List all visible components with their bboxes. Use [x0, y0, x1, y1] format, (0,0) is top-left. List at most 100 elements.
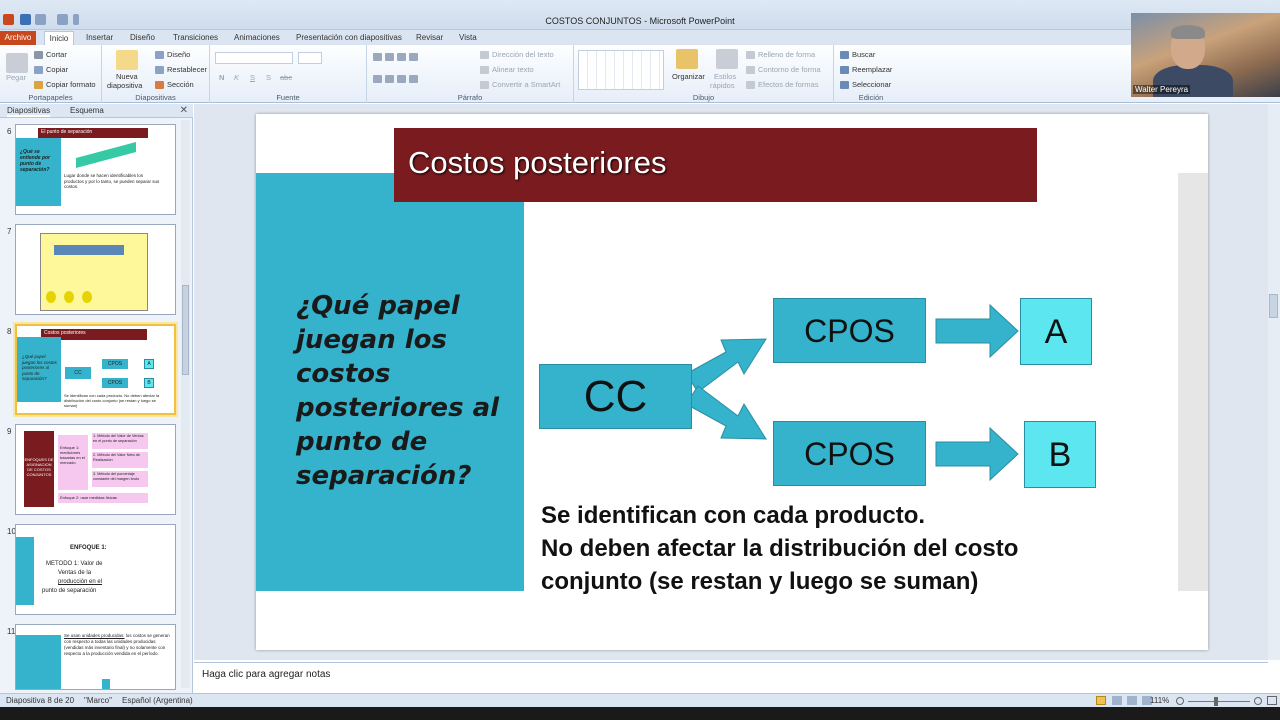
- title-bar: COSTOS CONJUNTOS - Microsoft PowerPoint: [0, 0, 1280, 30]
- normal-view-icon[interactable]: [1096, 696, 1106, 705]
- thumb9-m1: 1. Método del Valor de Ventas en el punt…: [92, 433, 148, 449]
- group-label-dibujo: Dibujo: [692, 93, 715, 102]
- vertical-scroll-thumb[interactable]: [1269, 294, 1278, 318]
- question-text[interactable]: ¿Qué papel juegan los costos posteriores…: [296, 289, 506, 493]
- thumb7-machine: [54, 245, 124, 255]
- cut-button[interactable]: Cortar: [34, 50, 67, 60]
- copy-button[interactable]: Copiar: [34, 65, 68, 75]
- align-text-icon: [480, 66, 489, 75]
- cc-box[interactable]: CC: [539, 364, 692, 429]
- tab-transiciones[interactable]: Transiciones: [173, 31, 218, 45]
- group-portapapeles: Pegar Cortar Copiar Copiar formato Porta…: [0, 45, 102, 103]
- underline-button[interactable]: S: [250, 73, 255, 82]
- thumb9-left-box: ENFOQUES DE ASIGNACION DE COSTOS CONJUNT…: [24, 431, 54, 507]
- thumb9-bottom: Enfoque 2: usar medidas físicas: [58, 493, 148, 503]
- thumbnail-scrollbar[interactable]: [181, 120, 190, 688]
- zoom-slider[interactable]: [1188, 701, 1250, 702]
- slide-canvas[interactable]: Costos posteriores ¿Qué papel juegan los…: [256, 114, 1208, 650]
- text-direction-button[interactable]: Dirección del texto: [480, 50, 554, 60]
- thumb9-mid-box: Enfoque 1: mediciones basadas en el merc…: [58, 435, 88, 490]
- tab-inicio[interactable]: Inicio: [44, 31, 74, 45]
- replace-icon: [840, 66, 849, 75]
- tab-animaciones[interactable]: Animaciones: [234, 31, 280, 45]
- align-icons[interactable]: [373, 74, 421, 84]
- tab-insertar[interactable]: Insertar: [86, 31, 113, 45]
- zoom-level[interactable]: 111%: [1150, 696, 1169, 705]
- bullets-icon[interactable]: [373, 52, 421, 62]
- slide-thumbnail-10[interactable]: ENFOQUE 1: METODO 1: Valor de Ventas de …: [15, 524, 176, 615]
- bold-button[interactable]: N: [219, 73, 224, 82]
- new-slide-icon: [116, 50, 138, 70]
- thumb6-arrow: [76, 141, 136, 169]
- section-button[interactable]: Sección: [155, 80, 194, 90]
- product-b-box[interactable]: B: [1024, 421, 1096, 488]
- tab-vista[interactable]: Vista: [459, 31, 477, 45]
- title-bar[interactable]: Costos posteriores: [394, 128, 1037, 202]
- tab-presentacion[interactable]: Presentación con diapositivas: [296, 31, 402, 45]
- tab-esquema[interactable]: Esquema: [70, 106, 104, 115]
- zoom-slider-handle[interactable]: [1214, 697, 1218, 706]
- reset-button[interactable]: Restablecer: [155, 65, 207, 75]
- zoom-out-icon[interactable]: [1176, 697, 1184, 705]
- close-icon[interactable]: ✕: [180, 105, 188, 116]
- reading-view-icon[interactable]: [1127, 696, 1137, 705]
- group-fuente: N K S S abc Fuente: [210, 45, 367, 103]
- font-size-select[interactable]: [298, 52, 322, 64]
- slide-thumbnail-7[interactable]: [15, 224, 176, 315]
- slide-thumbnail-6[interactable]: El punto de separación ¿Qué se entiende …: [15, 124, 176, 215]
- vertical-scrollbar[interactable]: [1268, 104, 1280, 660]
- paste-button[interactable]: Pegar: [6, 73, 26, 82]
- format-painter-button[interactable]: Copiar formato: [34, 80, 96, 90]
- taskbar-strip: [0, 707, 1280, 720]
- new-slide-label2: diapositiva: [107, 81, 143, 90]
- language[interactable]: Español (Argentina): [122, 696, 193, 705]
- thumb9-m2: 2. Método del Valor Neto de Realización: [92, 452, 148, 468]
- align-text-button[interactable]: Alinear texto: [480, 65, 534, 75]
- shadow-button[interactable]: S: [266, 73, 271, 82]
- slide-thumbnail-9[interactable]: ENFOQUES DE ASIGNACION DE COSTOS CONJUNT…: [15, 424, 176, 515]
- effects-icon: [746, 81, 755, 90]
- thumbnail-scroll-thumb[interactable]: [182, 285, 189, 375]
- scissors-icon: [34, 51, 43, 60]
- thumb10-band: [16, 537, 34, 605]
- group-label-parrafo: Párrafo: [457, 93, 483, 102]
- shape-fill-button[interactable]: Relleno de forma: [746, 50, 815, 60]
- copy-icon: [34, 66, 43, 75]
- tab-revisar[interactable]: Revisar: [416, 31, 443, 45]
- quick-styles-button[interactable]: Estilos: [714, 72, 736, 81]
- notes-pane[interactable]: Haga clic para agregar notas: [194, 662, 1268, 693]
- ribbon: Pegar Cortar Copiar Copiar formato Porta…: [0, 45, 1280, 103]
- find-button[interactable]: Buscar: [840, 50, 875, 60]
- slide-thumbnail-11[interactable]: Se usan unidades producidas: los costos …: [15, 624, 176, 690]
- cpos-bottom-box[interactable]: CPOS: [773, 421, 926, 486]
- shapes-gallery[interactable]: [578, 50, 664, 90]
- group-label-portapapeles: Portapapeles: [28, 93, 73, 102]
- slide-sorter-icon[interactable]: [1112, 696, 1122, 705]
- brush-icon: [34, 81, 43, 90]
- strike-button[interactable]: abc: [280, 73, 292, 82]
- fit-to-window-icon[interactable]: [1267, 696, 1277, 705]
- cpos-top-box[interactable]: CPOS: [773, 298, 926, 363]
- shape-effects-button[interactable]: Efectos de formas: [746, 80, 818, 90]
- zoom-in-icon[interactable]: [1254, 697, 1262, 705]
- layout-button[interactable]: Diseño: [155, 50, 190, 60]
- select-button[interactable]: Seleccionar: [840, 80, 891, 90]
- arrange-button[interactable]: Organizar: [672, 72, 705, 81]
- replace-button[interactable]: Reemplazar: [840, 65, 892, 75]
- shape-outline-button[interactable]: Contorno de forma: [746, 65, 821, 75]
- font-name-select[interactable]: [215, 52, 293, 64]
- product-a-box[interactable]: A: [1020, 298, 1092, 365]
- italic-button[interactable]: K: [234, 73, 239, 82]
- ribbon-tabs: Archivo Inicio Insertar Diseño Transicio…: [0, 30, 1280, 45]
- note-text[interactable]: Se identifican con cada producto. No deb…: [541, 499, 1101, 598]
- group-parrafo: Dirección del texto Alinear texto Conver…: [367, 45, 574, 103]
- new-slide-button[interactable]: Nueva: [116, 72, 138, 81]
- notes-placeholder: Haga clic para agregar notas: [202, 669, 331, 680]
- slide-thumbnail-8[interactable]: Costos posteriores ¿Qué papel juegan los…: [15, 324, 176, 415]
- arrow-right-top: [935, 304, 1019, 359]
- tab-diseno[interactable]: Diseño: [130, 31, 155, 45]
- tab-archivo[interactable]: Archivo: [0, 31, 36, 45]
- smartart-button[interactable]: Convertir a SmartArt: [480, 80, 560, 90]
- tab-diapositivas[interactable]: Diapositivas: [7, 106, 51, 117]
- thumb-number-7: 7: [7, 227, 12, 236]
